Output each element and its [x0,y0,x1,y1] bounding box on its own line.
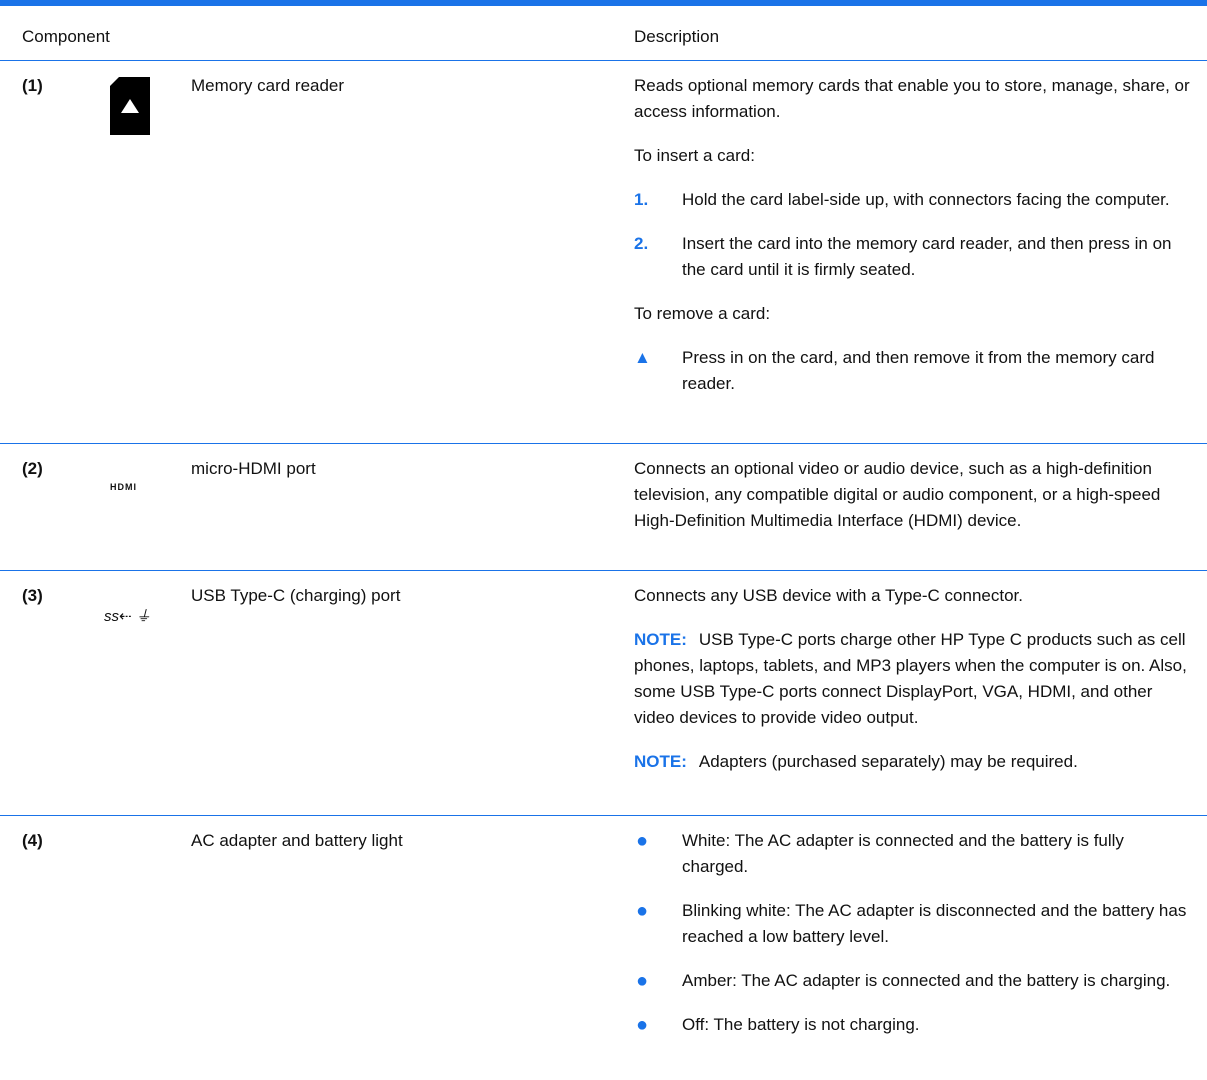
note-text: Adapters (purchased separately) may be r… [698,752,1078,771]
row-number: (2) [22,459,43,478]
component-description: Connects an optional video or audio devi… [634,459,1161,530]
remove-step: ▲ Press in on the card, and then remove … [634,345,1194,397]
bullet-item: ● Blinking white: The AC adapter is disc… [634,898,1194,950]
step-text: Press in on the card, and then remove it… [682,348,1155,393]
desc-text: Connects any USB device with a Type-C co… [634,586,1023,605]
bullet-text: Off: The battery is not charging. [682,1015,920,1034]
note: NOTE: Adapters (purchased separately) may… [634,749,1194,775]
step-item: 2. Insert the card into the memory card … [634,231,1194,283]
component-name: Memory card reader [191,76,345,95]
usb-c-charging-icon: ss⇠ ⏚ [104,608,151,625]
component-description: ● White: The AC adapter is connected and… [634,828,1194,1056]
header-description: Description [634,27,720,46]
note-label: NOTE: [634,630,687,649]
step-number: 1. [634,190,649,209]
bullet-item: ● Off: The battery is not charging. [634,1012,1194,1038]
bullet-icon: ● [636,900,649,922]
step-item: 1. Hold the card label-side up, with con… [634,187,1194,213]
bullet-text: White: The AC adapter is connected and t… [682,831,1124,876]
row-number: (3) [22,586,43,605]
bullet-icon: ● [636,830,649,852]
table-row: (1) Memory card reader Reads optional me… [0,61,1207,444]
table-row: (3) ss⇠ ⏚ USB Type-C (charging) port Con… [0,571,1207,816]
step-text: Insert the card into the memory card rea… [682,234,1172,279]
desc-intro: Reads optional memory cards that enable … [634,76,1190,121]
bullet-icon: ● [636,970,649,992]
table-row: (4) AC adapter and battery light ● White… [0,816,1207,1080]
component-name: USB Type-C (charging) port [191,586,401,605]
table-header: Component Description [0,24,1207,61]
top-rule [0,0,1207,6]
insert-title: To insert a card: [634,146,755,165]
remove-title: To remove a card: [634,304,771,323]
note: NOTE: USB Type-C ports charge other HP Ty… [634,627,1194,731]
row-number: (4) [22,831,43,850]
bullet-icon: ● [636,1014,649,1036]
table-row: (2) HDMI micro-HDMI port Connects an opt… [0,444,1207,571]
bullet-item: ● White: The AC adapter is connected and… [634,828,1194,880]
note-text: USB Type-C ports charge other HP Type C … [634,630,1187,727]
hdmi-icon: HDMI [110,482,137,492]
row-number: (1) [22,76,43,95]
header-component: Component [22,27,110,46]
triangle-icon: ▲ [634,348,651,367]
component-name: micro-HDMI port [191,459,316,478]
step-text: Hold the card label-side up, with connec… [682,190,1170,209]
memory-card-icon [110,77,150,143]
bullet-text: Amber: The AC adapter is connected and t… [682,971,1171,990]
component-name: AC adapter and battery light [191,831,403,850]
bullet-item: ● Amber: The AC adapter is connected and… [634,968,1194,994]
note-label: NOTE: [634,752,687,771]
component-description: Connects any USB device with a Type-C co… [634,583,1194,793]
component-description: Reads optional memory cards that enable … [634,73,1194,415]
step-number: 2. [634,234,649,253]
bullet-text: Blinking white: The AC adapter is discon… [682,901,1187,946]
